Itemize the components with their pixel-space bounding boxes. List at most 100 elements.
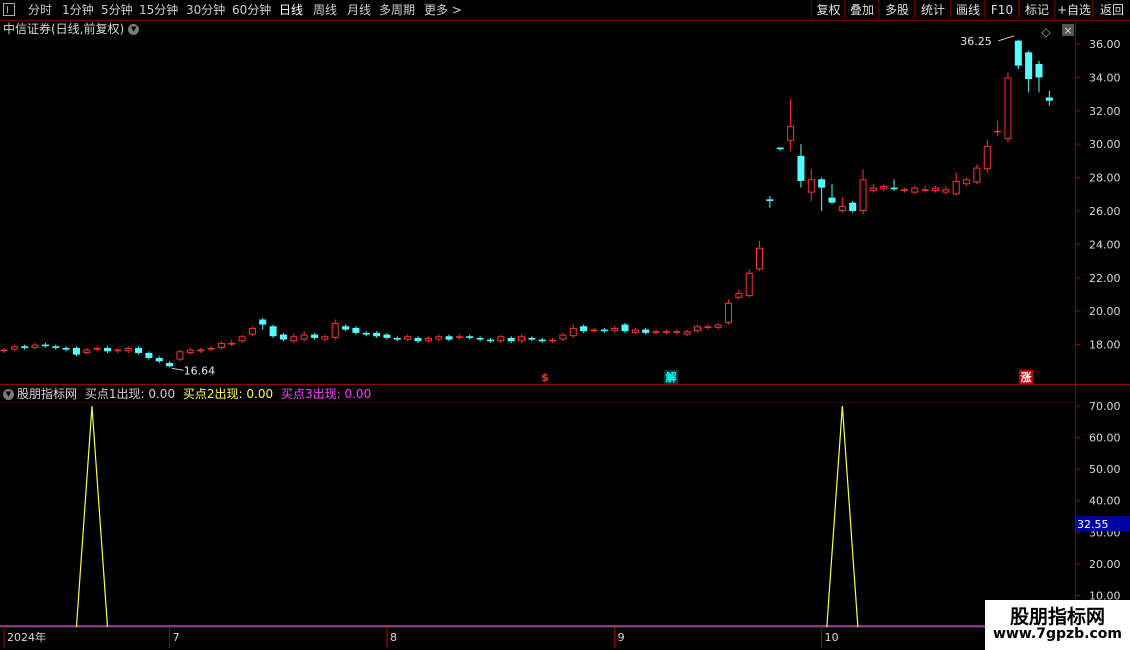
candle[interactable] xyxy=(838,205,846,212)
candle[interactable] xyxy=(10,346,18,350)
candle[interactable] xyxy=(248,327,256,335)
candle[interactable] xyxy=(486,339,494,342)
candle[interactable] xyxy=(549,339,557,342)
candle[interactable] xyxy=(435,336,443,340)
candle[interactable] xyxy=(911,187,919,193)
candle[interactable] xyxy=(207,347,215,350)
candle[interactable] xyxy=(321,336,329,340)
candle[interactable] xyxy=(973,167,981,183)
candle[interactable] xyxy=(994,130,1002,133)
chart-canvas[interactable]: 18.00 20.00 22.00 24.00 26.00 28.00 30.00 32.00… xyxy=(0,0,1130,650)
candle[interactable] xyxy=(424,337,432,342)
candle[interactable] xyxy=(155,357,163,362)
candle[interactable] xyxy=(828,197,836,203)
candle[interactable] xyxy=(352,327,360,333)
candle[interactable] xyxy=(135,347,143,353)
candle[interactable] xyxy=(693,326,701,332)
candle[interactable] xyxy=(1025,52,1033,80)
candle[interactable] xyxy=(290,336,298,342)
candle[interactable] xyxy=(942,189,950,193)
candle[interactable] xyxy=(124,347,132,352)
candle[interactable] xyxy=(104,347,111,352)
candle[interactable] xyxy=(0,349,8,352)
candle[interactable] xyxy=(797,155,805,181)
candle[interactable] xyxy=(279,334,287,340)
candle[interactable] xyxy=(704,326,712,328)
candle[interactable] xyxy=(559,334,567,340)
candle[interactable] xyxy=(93,347,101,350)
candle[interactable] xyxy=(859,179,867,212)
candle[interactable] xyxy=(455,336,463,338)
candle[interactable] xyxy=(414,337,422,342)
candle[interactable] xyxy=(807,179,815,193)
candle[interactable] xyxy=(890,187,898,190)
candle[interactable] xyxy=(217,342,225,348)
candle[interactable] xyxy=(900,189,908,191)
candle[interactable] xyxy=(72,347,80,355)
candle[interactable] xyxy=(880,185,888,190)
candle[interactable] xyxy=(1035,64,1043,78)
candle[interactable] xyxy=(31,344,39,348)
candle[interactable] xyxy=(735,292,743,298)
candle[interactable] xyxy=(259,319,267,325)
candle[interactable] xyxy=(445,336,453,340)
candle[interactable] xyxy=(518,336,525,342)
candle[interactable] xyxy=(342,326,350,330)
candle[interactable] xyxy=(383,334,391,338)
candle[interactable] xyxy=(600,329,608,332)
candle[interactable] xyxy=(497,336,505,342)
candle[interactable] xyxy=(849,202,857,211)
candle[interactable] xyxy=(41,344,49,347)
candle[interactable] xyxy=(238,336,246,342)
candle[interactable] xyxy=(776,147,784,150)
candle[interactable] xyxy=(756,247,764,270)
candle[interactable] xyxy=(621,324,629,332)
candle[interactable] xyxy=(818,179,826,188)
candle[interactable] xyxy=(787,125,795,141)
candle[interactable] xyxy=(869,187,877,191)
candle[interactable] xyxy=(714,324,722,328)
candle[interactable] xyxy=(983,145,991,170)
candle[interactable] xyxy=(590,329,598,332)
candle[interactable] xyxy=(373,332,381,337)
candle[interactable] xyxy=(662,331,670,333)
candle[interactable] xyxy=(538,339,546,342)
candle[interactable] xyxy=(114,349,122,352)
candle[interactable] xyxy=(1014,40,1022,66)
candle[interactable] xyxy=(528,337,536,340)
candle[interactable] xyxy=(331,322,339,338)
candle[interactable] xyxy=(166,362,174,367)
candle[interactable] xyxy=(197,349,205,352)
candle[interactable] xyxy=(362,332,370,335)
candle[interactable] xyxy=(393,337,401,340)
candle[interactable] xyxy=(52,346,60,348)
candle[interactable] xyxy=(642,329,650,333)
candle[interactable] xyxy=(569,327,577,337)
candle[interactable] xyxy=(745,272,753,297)
candle[interactable] xyxy=(311,334,318,338)
candle[interactable] xyxy=(269,326,277,337)
candle[interactable] xyxy=(404,336,412,340)
candle[interactable] xyxy=(683,331,691,335)
candle[interactable] xyxy=(1045,97,1053,101)
candle[interactable] xyxy=(83,349,91,353)
candle[interactable] xyxy=(145,352,153,358)
candle[interactable] xyxy=(1004,77,1012,140)
candle[interactable] xyxy=(476,337,484,340)
candle[interactable] xyxy=(652,331,660,333)
candle[interactable] xyxy=(21,346,29,348)
candle[interactable] xyxy=(466,336,474,338)
candle[interactable] xyxy=(228,342,236,345)
candle[interactable] xyxy=(580,326,588,332)
candle[interactable] xyxy=(176,351,184,360)
candle[interactable] xyxy=(766,199,774,201)
candle[interactable] xyxy=(631,329,639,333)
candle[interactable] xyxy=(186,349,194,353)
candle[interactable] xyxy=(611,327,619,332)
candle[interactable] xyxy=(921,189,929,191)
candle[interactable] xyxy=(62,347,70,350)
candle[interactable] xyxy=(932,187,939,191)
candle[interactable] xyxy=(952,180,960,195)
candle[interactable] xyxy=(725,302,732,323)
candle[interactable] xyxy=(507,337,515,342)
